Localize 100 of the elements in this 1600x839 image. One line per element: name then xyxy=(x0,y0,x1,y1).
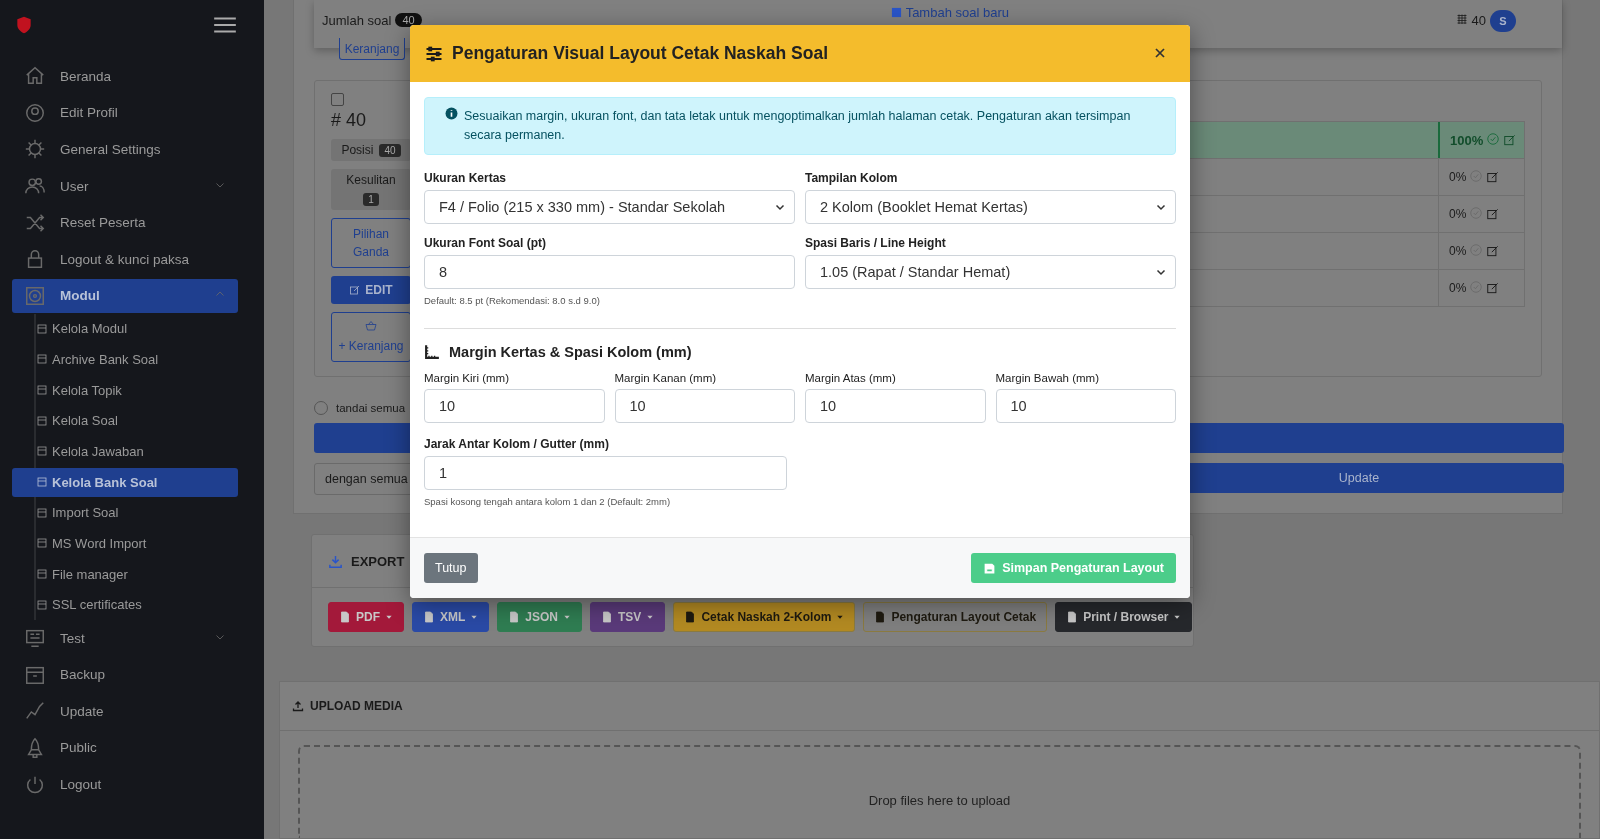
sidebar-subitem[interactable]: Kelola Soal xyxy=(36,405,238,436)
basket-icon xyxy=(365,320,377,332)
field-label: Ukuran Kertas xyxy=(424,171,508,185)
sidebar-item[interactable]: Logout xyxy=(12,766,238,803)
export-button[interactable]: XML xyxy=(412,602,490,632)
question-checkbox[interactable] xyxy=(331,93,344,106)
caret-icon xyxy=(836,613,845,621)
field-label: Margin Kanan (mm) xyxy=(614,372,718,384)
answer-percent: 100% xyxy=(1450,132,1484,148)
sidebar-subitem[interactable]: Kelola Jawaban xyxy=(36,435,238,467)
difficulty-badge: 1 xyxy=(363,193,379,206)
shield-logo-icon xyxy=(14,15,34,35)
field-label: Margin Atas (mm) xyxy=(805,372,897,384)
question-count-label: Jumlah soal xyxy=(322,13,392,28)
difficulty-label: Kesulitan xyxy=(346,173,396,187)
gutter-field[interactable]: 1 xyxy=(424,456,787,490)
sidebar-item[interactable]: Update xyxy=(12,693,238,730)
answer-percent: 0% xyxy=(1449,281,1467,295)
sidebar-item[interactable]: Edit Profil xyxy=(12,94,238,132)
select-all-radio[interactable] xyxy=(314,401,328,415)
sidebar-item[interactable]: Public xyxy=(12,729,238,767)
help-text: Default: 8.5 pt (Rekomendasi: 8.0 s.d 9.0) xyxy=(424,295,601,306)
upload-icon xyxy=(292,700,304,712)
margin-right-field[interactable]: 10 xyxy=(614,389,795,423)
export-button[interactable]: TSV xyxy=(590,602,666,632)
edit-icon xyxy=(1503,133,1518,147)
edit-button[interactable]: EDIT xyxy=(331,276,411,304)
margin-bottom-field[interactable]: 10 xyxy=(995,389,1176,423)
edit-icon xyxy=(1486,207,1501,221)
question-number: # 40 xyxy=(331,110,368,131)
page-icon xyxy=(36,568,48,580)
sidebar-item[interactable]: Test xyxy=(12,619,238,657)
page-icon xyxy=(36,384,48,397)
dropzone-text: Drop files here to upload xyxy=(868,793,1011,810)
position-label: Posisi xyxy=(341,143,374,157)
sidebar-item[interactable]: Modul xyxy=(12,278,238,313)
sidebar-item[interactable]: General Settings xyxy=(12,131,238,168)
field-label: Margin Kiri (mm) xyxy=(424,372,510,384)
margin-top-field[interactable]: 10 xyxy=(805,389,986,423)
dialog-title: Pengaturan Visual Layout Cetak Naskah Soal xyxy=(452,43,830,64)
gear-icon xyxy=(24,138,46,161)
help-text: Spasi kosong tengah antara kolom 1 dan 2 (Default: 2mm) xyxy=(424,496,672,507)
page-icon xyxy=(36,353,48,366)
margin-left-field[interactable]: 10 xyxy=(424,389,605,423)
file-dropzone[interactable]: Drop files here to upload xyxy=(298,745,1581,838)
caret-icon xyxy=(646,613,655,621)
paper-size-select[interactable]: F4 / Folio (215 x 330 mm) - Standar Sekolah xyxy=(424,190,795,224)
plus-square-icon xyxy=(890,7,902,18)
file-icon xyxy=(423,611,435,623)
column-layout-select[interactable]: 2 Kolom (Booklet Hemat Kertas) xyxy=(805,190,1176,224)
page-icon xyxy=(36,445,48,458)
sidebar-item[interactable]: User xyxy=(12,167,238,205)
line-height-select[interactable]: 1.05 (Rapat / Standar Hemat) xyxy=(805,255,1176,289)
sidebar-subitem[interactable]: Import Soal xyxy=(36,497,238,529)
field-label: Jarak Antar Kolom / Gutter (mm) xyxy=(424,437,610,451)
export-button[interactable]: Print / Browser xyxy=(1055,602,1193,632)
answer-percent: 0% xyxy=(1449,244,1467,258)
edit-icon xyxy=(349,284,362,296)
sidebar-subitem[interactable]: Kelola Bank Soal xyxy=(12,467,238,497)
caret-icon xyxy=(385,613,393,621)
page-icon xyxy=(36,598,48,611)
sidebar-subitem[interactable]: MS Word Import xyxy=(36,528,238,559)
file-icon xyxy=(684,611,697,623)
sidebar-subitem[interactable]: File manager xyxy=(36,558,238,590)
file-icon xyxy=(339,611,351,623)
sidebar-subitem[interactable]: Kelola Topik xyxy=(36,374,238,406)
ruler-icon xyxy=(424,343,441,360)
page-icon xyxy=(36,506,48,519)
field-label: Tampilan Kolom xyxy=(805,171,899,185)
sidebar-item[interactable]: Beranda xyxy=(12,58,238,95)
close-dialog-button[interactable]: Tutup xyxy=(424,553,478,583)
edit-icon xyxy=(1486,281,1501,295)
font-size-field[interactable]: 8 xyxy=(424,255,795,289)
export-title: EXPORT xyxy=(351,553,405,569)
position-badge: 40 xyxy=(379,143,401,157)
caret-icon xyxy=(1173,613,1182,621)
sidebar-subitem[interactable]: SSL certificates xyxy=(36,589,238,620)
answer-percent: 0% xyxy=(1449,170,1467,184)
select-all-label: tandai semua xyxy=(336,402,406,414)
export-button[interactable]: Cetak Naskah 2-Kolom xyxy=(673,602,856,632)
export-button[interactable]: PDF xyxy=(328,602,404,632)
answer-percent: 0% xyxy=(1449,207,1467,221)
user-circle-icon xyxy=(24,101,46,124)
page-icon xyxy=(36,476,48,489)
edit-icon xyxy=(1486,170,1501,184)
avatar-badge[interactable]: S xyxy=(1490,10,1516,32)
sidebar-item[interactable]: Reset Peserta xyxy=(12,204,238,241)
export-button[interactable]: Pengaturan Layout Cetak xyxy=(863,602,1048,632)
check-circle-icon xyxy=(1486,131,1501,146)
info-text: Sesuaikan margin, ukuran font, dan tata letak untuk mengoptimalkan jumlah halaman cetak. Pengaturan akan tersimpan secara permanen. xyxy=(464,108,1132,144)
close-icon xyxy=(1154,46,1166,59)
sidebar-item[interactable]: Backup xyxy=(12,656,238,694)
sidebar-subitem[interactable]: Archive Bank Soal xyxy=(36,344,238,375)
sidebar-subitem[interactable]: Kelola Modul xyxy=(36,313,238,345)
section-title: Margin Kertas & Spasi Kolom (mm) xyxy=(449,343,692,360)
sidebar-item[interactable]: Logout & kunci paksa xyxy=(12,240,238,278)
upload-title: UPLOAD MEDIA xyxy=(310,699,403,713)
edit-icon xyxy=(1486,244,1501,258)
grid-icon xyxy=(1455,13,1468,25)
file-icon xyxy=(508,611,521,623)
